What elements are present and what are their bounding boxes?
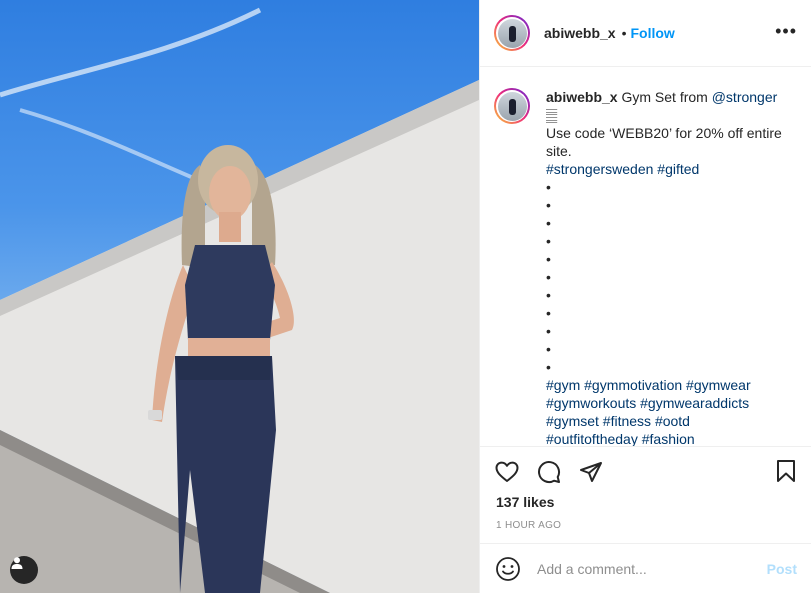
save-button[interactable]: [774, 459, 800, 485]
photo-illustration: [0, 7, 479, 593]
hashtags-line-2[interactable]: #gym #gymmotivation #gymwear: [546, 376, 796, 394]
separator-dot: •: [621, 25, 627, 41]
smile-icon: [496, 557, 520, 581]
post-side-panel: abiwebb_x • Follow ••• abiwebb_x Gym Set…: [479, 0, 811, 593]
caption-bullet: •: [546, 323, 551, 339]
comment-form: Post: [480, 543, 811, 594]
tagged-user-button[interactable]: [10, 556, 38, 584]
caption-row: abiwebb_x Gym Set from @stronger 𝄛 Use c…: [494, 88, 796, 446]
caption-bullet: •: [546, 179, 551, 195]
like-count[interactable]: 137 likes: [496, 494, 554, 510]
caption-text-1: Gym Set from: [621, 89, 712, 105]
caption-bullet: •: [546, 305, 551, 321]
post-photo[interactable]: [0, 0, 479, 593]
author-username[interactable]: abiwebb_x: [544, 25, 616, 41]
caption-bullet: •: [546, 287, 551, 303]
caption-avatar[interactable]: [494, 88, 530, 124]
bookmark-icon: [777, 460, 795, 482]
share-icon: [580, 462, 602, 482]
caption-bullet: •: [546, 215, 551, 231]
comment-input[interactable]: [535, 560, 759, 578]
share-button[interactable]: [578, 459, 604, 485]
hashtags-line-5[interactable]: #outfitoftheday #fashion: [546, 430, 796, 446]
post-comment-button[interactable]: Post: [767, 561, 797, 577]
instagram-post: abiwebb_x • Follow ••• abiwebb_x Gym Set…: [0, 0, 811, 593]
comment-icon: [538, 461, 561, 484]
caption-text: abiwebb_x Gym Set from @stronger 𝄛 Use c…: [546, 88, 796, 446]
caption-bullet: •: [546, 197, 551, 213]
caption-bullet: •: [546, 269, 551, 285]
mention-link[interactable]: @stronger: [712, 89, 778, 105]
caption-bullet: •: [546, 233, 551, 249]
hashtags-line-1[interactable]: #strongersweden #gifted: [546, 160, 796, 178]
caption-emoji: 𝄛: [546, 107, 558, 123]
follow-button[interactable]: Follow: [631, 25, 675, 41]
emoji-button[interactable]: [495, 556, 521, 582]
caption-bullet: •: [546, 359, 551, 375]
heart-icon: [495, 461, 519, 482]
caption-text-2: Use code ‘WEBB20’ for 20% off entire sit…: [546, 125, 782, 159]
more-options-icon[interactable]: •••: [775, 22, 797, 40]
caption-username[interactable]: abiwebb_x: [546, 89, 618, 105]
caption-bullet: •: [546, 251, 551, 267]
comment-button[interactable]: [536, 459, 562, 485]
post-timestamp[interactable]: 1 HOUR AGO: [496, 520, 561, 531]
like-button[interactable]: [494, 459, 520, 485]
caption-area: abiwebb_x Gym Set from @stronger 𝄛 Use c…: [480, 68, 811, 446]
user-tag-icon: [11, 557, 23, 569]
author-avatar[interactable]: [494, 15, 530, 51]
post-header: abiwebb_x • Follow •••: [480, 0, 811, 67]
hashtags-line-3[interactable]: #gymworkouts #gymwearaddicts: [546, 394, 796, 412]
action-icons: [494, 459, 604, 485]
post-actions: 137 likes 1 HOUR AGO Post: [480, 446, 811, 593]
hashtags-line-4[interactable]: #gymset #fitness #ootd: [546, 412, 796, 430]
caption-bullet: •: [546, 341, 551, 357]
